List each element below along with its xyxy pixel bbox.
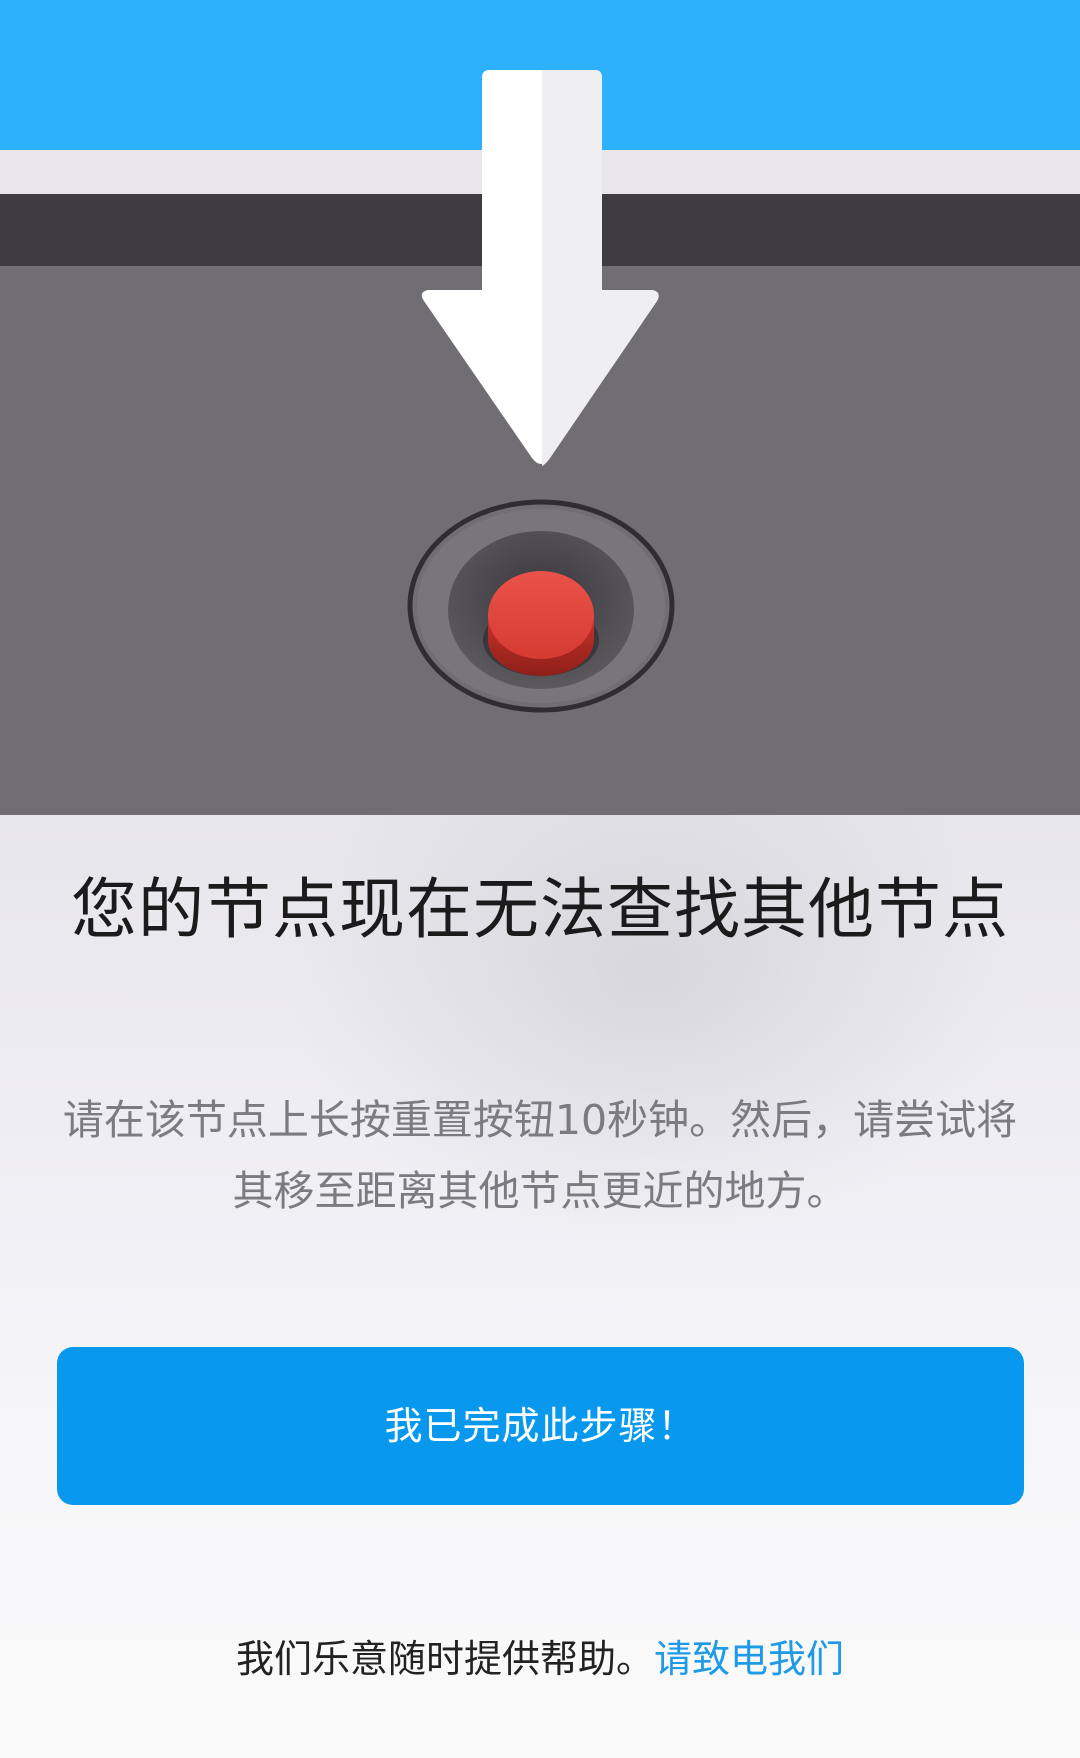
device-illustration bbox=[0, 0, 1080, 815]
reset-button-icon bbox=[407, 499, 675, 713]
call-us-link[interactable]: 请致电我们 bbox=[654, 1637, 844, 1681]
help-text: 我们乐意随时提供帮助。 bbox=[235, 1637, 654, 1681]
instruction-text: 请在该节点上长按重置按钮10秒钟。然后，请尝试将其移至距离其他节点更近的地方。 bbox=[62, 1096, 1018, 1215]
content-panel: 您的节点现在无法查找其他节点 请在该节点上长按重置按钮10秒钟。然后，请尝试将其… bbox=[0, 815, 1080, 1758]
help-footer: 我们乐意随时提供帮助。请致电我们 bbox=[0, 1631, 1080, 1687]
page-title: 您的节点现在无法查找其他节点 bbox=[71, 871, 1009, 948]
done-step-button[interactable]: 我已完成此步骤！ bbox=[57, 1347, 1024, 1505]
